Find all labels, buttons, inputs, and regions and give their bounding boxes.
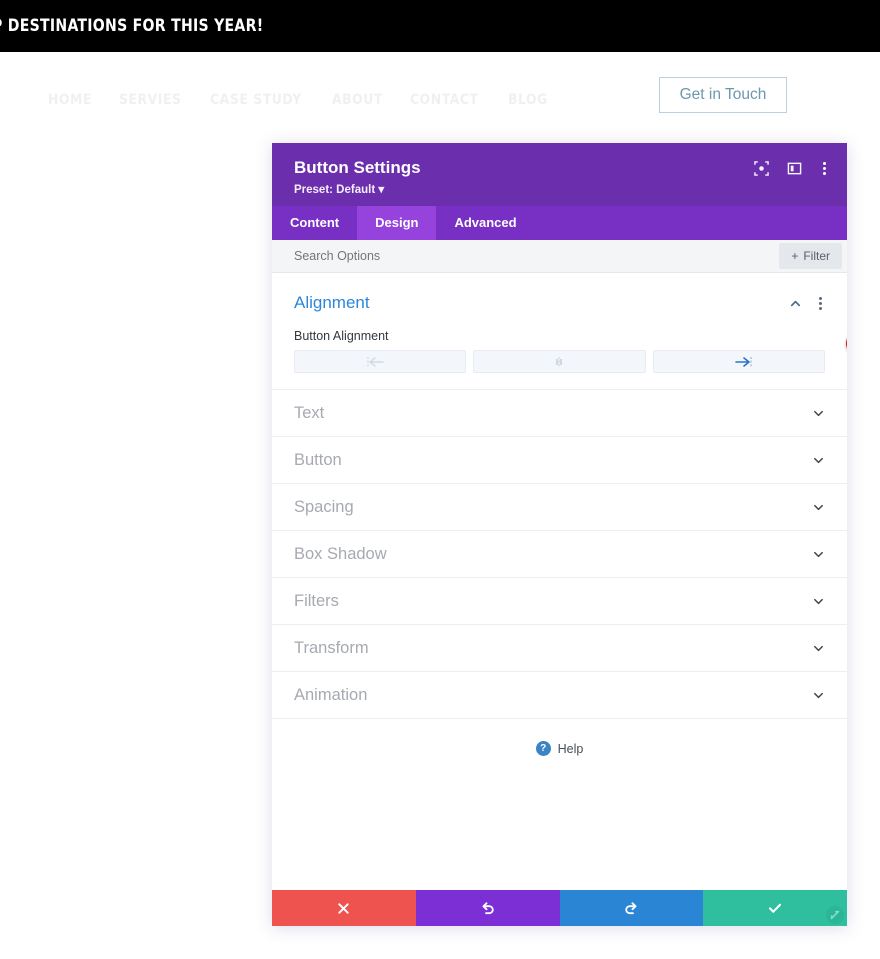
help-icon[interactable]: ? — [535, 741, 551, 757]
close-icon — [338, 902, 350, 914]
redo-button[interactable] — [559, 890, 704, 926]
section-row-button[interactable]: Button — [272, 437, 847, 485]
chevron-down-icon — [814, 598, 823, 604]
help-label[interactable]: Help — [558, 742, 584, 756]
alignment-section-tools — [789, 296, 825, 310]
section-row-filters-label: Filters — [294, 591, 339, 610]
filter-button-label: Filter — [803, 249, 830, 264]
nav-item-case-study[interactable]: CASE STUDY — [210, 92, 302, 108]
plus-icon: + — [791, 249, 799, 264]
filter-button[interactable]: + Filter — [779, 243, 842, 270]
chevron-down-icon — [814, 692, 823, 698]
nav-item-home[interactable]: HOME — [48, 92, 92, 108]
align-left-icon — [367, 356, 384, 367]
section-row-box-shadow-label: Box Shadow — [294, 544, 387, 563]
alignment-section-menu-icon[interactable] — [816, 296, 825, 310]
promo-banner: P DESTINATIONS FOR THIS YEAR! — [0, 0, 880, 52]
button-alignment-label: Button Alignment — [294, 329, 389, 344]
check-icon — [769, 903, 782, 913]
chevron-down-icon — [814, 410, 823, 416]
search-input[interactable] — [272, 240, 780, 273]
section-row-text-label: Text — [294, 403, 325, 422]
section-row-animation-label: Animation — [294, 685, 368, 704]
section-row-transform-label: Transform — [294, 638, 369, 657]
chevron-down-icon — [814, 645, 823, 651]
section-row-animation[interactable]: Animation — [272, 672, 847, 720]
align-center-button[interactable] — [473, 350, 646, 374]
preset-label: Preset: Default — [294, 184, 376, 197]
modal-body: Alignment Button Alignment Text Button S… — [272, 273, 847, 890]
modal-header-actions — [754, 157, 829, 176]
redo-icon — [625, 902, 637, 915]
preset-selector[interactable]: Preset: Default ▾ — [294, 182, 421, 196]
nav-item-about[interactable]: ABOUT — [332, 92, 383, 108]
tab-content[interactable]: Content — [272, 206, 357, 240]
undo-icon — [482, 902, 494, 915]
chevron-down-icon: ▾ — [378, 184, 385, 197]
modal-title: Button Settings — [294, 158, 421, 177]
align-right-button[interactable] — [652, 350, 825, 374]
alignment-section: Alignment Button Alignment — [272, 273, 847, 391]
tab-design[interactable]: Design — [357, 206, 437, 241]
step-badge-1: 1 — [846, 331, 847, 357]
section-row-box-shadow[interactable]: Box Shadow — [272, 531, 847, 579]
layout-panel-icon[interactable] — [787, 161, 802, 176]
get-in-touch-button[interactable]: Get in Touch — [659, 77, 787, 113]
modal-header: Button Settings Preset: Default ▾ — [272, 143, 847, 207]
align-center-icon — [556, 356, 563, 367]
button-alignment-control: 1 — [294, 331, 847, 374]
section-row-text[interactable]: Text — [272, 390, 847, 438]
alignment-section-title: Alignment — [294, 293, 370, 313]
section-row-button-label: Button — [294, 450, 342, 469]
section-row-spacing-label: Spacing — [294, 497, 354, 516]
chevron-up-icon[interactable] — [789, 297, 802, 310]
chevron-down-icon — [814, 551, 823, 557]
align-right-icon — [735, 356, 752, 367]
undo-button[interactable] — [415, 890, 560, 926]
chevron-down-icon — [814, 504, 823, 510]
focus-icon[interactable] — [754, 161, 769, 176]
resize-handle-icon[interactable] — [825, 905, 845, 925]
nav-item-servies[interactable]: SERVIES — [119, 92, 182, 108]
section-row-spacing[interactable]: Spacing — [272, 484, 847, 532]
section-row-transform[interactable]: Transform — [272, 625, 847, 673]
site-navigation: HOME SERVIES CASE STUDY ABOUT CONTACT BL… — [48, 92, 549, 108]
search-bar: + Filter — [272, 240, 847, 274]
chevron-down-icon — [814, 457, 823, 463]
page-root: P DESTINATIONS FOR THIS YEAR! HOME SERVI… — [0, 0, 880, 959]
modal-footer — [272, 890, 847, 926]
cancel-button[interactable] — [272, 890, 416, 926]
section-row-filters[interactable]: Filters — [272, 578, 847, 626]
alignment-section-header: Alignment — [294, 293, 825, 313]
nav-item-contact[interactable]: CONTACT — [410, 92, 479, 108]
align-left-button[interactable] — [294, 350, 467, 374]
tab-advanced[interactable]: Advanced — [436, 206, 534, 240]
modal-header-titles: Button Settings Preset: Default ▾ — [294, 157, 421, 196]
modal-tabs: Content Design Advanced — [272, 206, 847, 241]
nav-item-blog[interactable]: BLOG — [508, 92, 548, 108]
more-options-icon[interactable] — [820, 162, 829, 175]
help-row: ? Help — [272, 719, 847, 757]
promo-banner-text: P DESTINATIONS FOR THIS YEAR! — [0, 16, 264, 36]
button-settings-modal: Button Settings Preset: Default ▾ Conten… — [272, 143, 847, 926]
